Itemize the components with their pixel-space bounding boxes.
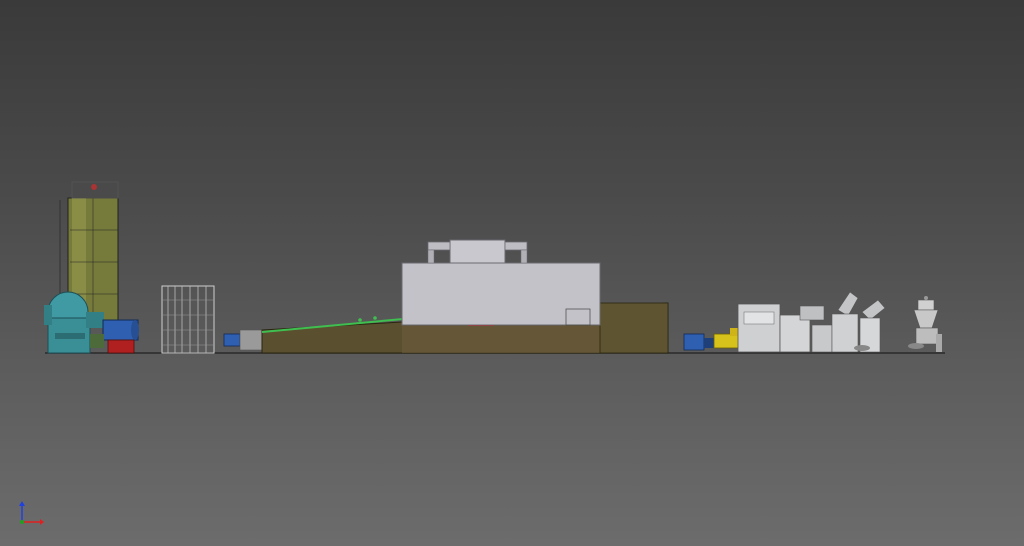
spiral-cooler[interactable] (161, 285, 215, 354)
transfer-units[interactable] (683, 328, 743, 351)
mixer-hopper[interactable] (908, 296, 942, 352)
packaging-machines[interactable] (737, 291, 886, 353)
y-axis-icon (20, 520, 24, 524)
axis-triad-icon (19, 501, 44, 525)
production-line-model[interactable] (0, 0, 1024, 546)
cad-viewport[interactable] (0, 0, 1024, 546)
exhaust-hood[interactable] (401, 239, 601, 326)
